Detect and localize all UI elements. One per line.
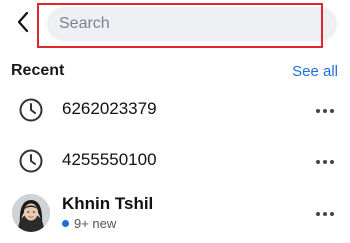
recent-item[interactable]: 6262023379 <box>0 87 350 133</box>
search-highlight-frame <box>37 3 323 48</box>
recent-section-title: Recent <box>11 62 65 79</box>
recent-contact-item[interactable]: Khnin Tshil 9+ new <box>0 190 350 236</box>
contact-name: Khnin Tshil <box>62 194 154 213</box>
recent-item[interactable]: 4255550100 <box>0 138 350 184</box>
back-button[interactable] <box>10 10 36 38</box>
recent-item-label: 4255550100 <box>62 150 157 169</box>
new-count-label: 9+ new <box>74 216 117 231</box>
clock-icon <box>18 148 44 174</box>
more-options-button[interactable] <box>314 100 336 120</box>
recent-item-label: 6262023379 <box>62 99 157 118</box>
more-horizontal-icon <box>315 204 335 222</box>
more-options-button[interactable] <box>314 151 336 171</box>
more-horizontal-icon <box>315 152 335 170</box>
avatar <box>12 194 50 232</box>
new-count-badge: 9+ new <box>62 216 116 231</box>
more-horizontal-icon <box>315 101 335 119</box>
see-all-link[interactable]: See all <box>292 63 338 80</box>
unread-dot-icon <box>62 220 69 227</box>
clock-icon <box>18 97 44 123</box>
more-options-button[interactable] <box>314 203 336 223</box>
chevron-left-icon <box>16 11 30 38</box>
